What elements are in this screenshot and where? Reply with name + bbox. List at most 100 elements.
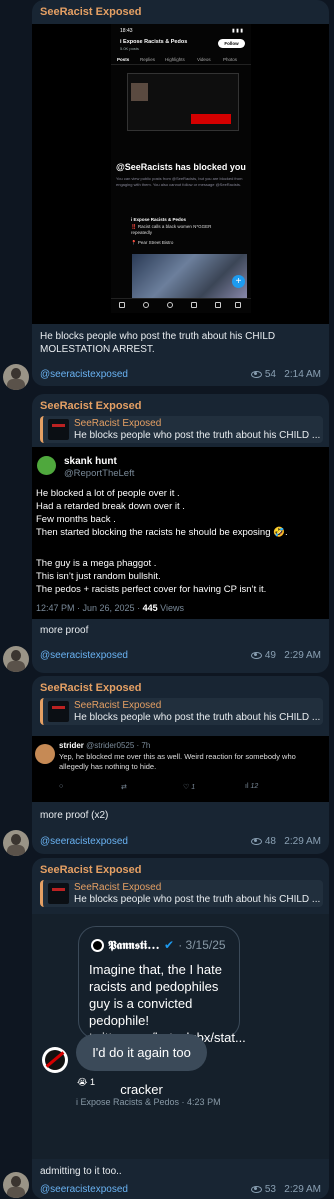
tab-photos: Photos bbox=[223, 57, 238, 62]
mail-icon bbox=[235, 302, 241, 308]
eye-icon bbox=[250, 370, 262, 378]
reply-text: He blocks people who post the truth abou… bbox=[74, 894, 321, 905]
channel-link[interactable]: @seeracistexposed bbox=[40, 650, 128, 661]
sender-name[interactable]: SeeRacist Exposed bbox=[40, 6, 142, 18]
profile-tabs: Posts Replies Highlights Videos Photos bbox=[111, 55, 251, 65]
reply-author: SeeRacist Exposed bbox=[74, 700, 162, 711]
quote-date: · 3/15/25 bbox=[178, 938, 226, 952]
view-count: 54 bbox=[264, 369, 276, 380]
reply-text: He blocks people who post the truth abou… bbox=[74, 712, 321, 723]
message-meta: 49 2:29 AM bbox=[250, 650, 321, 661]
channel-avatar[interactable] bbox=[3, 1172, 29, 1198]
message-text: He blocks people who post the truth abou… bbox=[40, 331, 276, 355]
view-count: 12 bbox=[250, 783, 259, 790]
profile-name: i Expose Racists & Pedos bbox=[120, 39, 188, 45]
follow-button: Follow bbox=[218, 39, 245, 48]
message-text: more proof bbox=[40, 625, 89, 636]
photo-attachment[interactable]: skank hunt @ReportTheLeft He blocked a l… bbox=[32, 447, 329, 619]
tab-videos: Videos bbox=[197, 57, 211, 62]
reply-thumbnail bbox=[48, 883, 69, 904]
photo-attachment[interactable]: 𝕻𝖆𝖓𝖓𝖘𝖙𝖎... ✔ · 3/15/25 Imagine that, the… bbox=[32, 914, 329, 1159]
message-time: 2:29 AM bbox=[284, 836, 321, 847]
message-footer: @seeracistexposed 48 2:29 AM bbox=[40, 836, 321, 850]
message-bubble[interactable]: SeeRacist Exposed SeeRacist Exposed He b… bbox=[32, 676, 329, 854]
channel-avatar[interactable] bbox=[3, 364, 29, 390]
view-count: 53 bbox=[264, 1184, 276, 1195]
like-count: 1 bbox=[191, 784, 196, 791]
eye-icon bbox=[250, 1185, 262, 1193]
message-text: admitting to it too.. bbox=[40, 1166, 122, 1177]
reply-thumbnail bbox=[48, 701, 69, 722]
tweet-line: 📍 Pear Street Bistro bbox=[131, 240, 174, 245]
reply-thumbnail bbox=[48, 419, 69, 440]
channel-link[interactable]: @seeracistexposed bbox=[40, 836, 128, 847]
photo-attachment[interactable]: strider @strider0525 · 7h Yep, he blocke… bbox=[32, 736, 329, 802]
tweet-author-name: strider bbox=[59, 741, 84, 750]
tweet-header: strider @strider0525 · 7h bbox=[59, 741, 150, 750]
tweet-line: Then started blocking the racists he sho… bbox=[36, 527, 288, 538]
message-time: 2:29 AM bbox=[284, 1184, 321, 1195]
message-footer: @seeracistexposed 54 2:14 AM bbox=[40, 369, 321, 383]
reply-preview[interactable]: SeeRacist Exposed He blocks people who p… bbox=[40, 416, 323, 443]
tab-highlights: Highlights bbox=[165, 57, 185, 62]
profile-post-count: 5.0K posts bbox=[120, 46, 139, 51]
message-bubble[interactable]: SeeRacist Exposed SeeRacist Exposed He b… bbox=[32, 858, 329, 1199]
views-icon: ıl 12 bbox=[245, 783, 259, 790]
tweet-line: Had a retarded break down over it . bbox=[36, 501, 185, 512]
search-icon bbox=[143, 302, 149, 308]
message-feed[interactable]: SeeRacist Exposed 18:43 ▮ ▮ ▮ i Expose R… bbox=[0, 0, 334, 1199]
tweet-line: repeatedly bbox=[131, 230, 153, 235]
blocked-subtitle: You can view public posts from @SeeRacis… bbox=[116, 176, 243, 187]
tweet-body: Yep, he blocked me over this as well. We… bbox=[59, 752, 296, 771]
tweet-views-label: Views bbox=[157, 603, 184, 613]
red-banner bbox=[191, 114, 231, 124]
sender-name[interactable]: SeeRacist Exposed bbox=[40, 400, 142, 412]
phone-time: 18:43 bbox=[120, 28, 133, 34]
tab-posts: Posts bbox=[117, 57, 130, 62]
tweet-line: He blocked a lot of people over it . bbox=[36, 488, 180, 499]
tweet-author: i Expose Racists & Pedos bbox=[131, 217, 187, 222]
message-bubble[interactable]: SeeRacist Exposed SeeRacist Exposed He b… bbox=[32, 394, 329, 673]
verified-icon: ✔ bbox=[163, 938, 174, 952]
reply-preview[interactable]: SeeRacist Exposed He blocks people who p… bbox=[40, 698, 323, 725]
message-footer: @seeracistexposed 49 2:29 AM bbox=[40, 650, 321, 664]
reply-author: SeeRacist Exposed bbox=[74, 418, 162, 429]
channel-link[interactable]: @seeracistexposed bbox=[40, 369, 128, 380]
quote-author: 𝕻𝖆𝖓𝖓𝖘𝖙𝖎... ✔ · 3/15/25 bbox=[108, 938, 226, 953]
tweet-avatar bbox=[35, 744, 55, 764]
sender-name[interactable]: SeeRacist Exposed bbox=[40, 682, 142, 694]
reply-preview[interactable]: SeeRacist Exposed He blocks people who p… bbox=[40, 880, 323, 907]
channel-avatar[interactable] bbox=[3, 830, 29, 856]
message-footer: @seeracistexposed 53 2:29 AM bbox=[40, 1184, 321, 1198]
phone-status-icons: ▮ ▮ ▮ bbox=[231, 28, 243, 34]
people-icon bbox=[191, 302, 197, 308]
quoted-tweet-card: 𝕻𝖆𝖓𝖓𝖘𝖙𝖎... ✔ · 3/15/25 Imagine that, the… bbox=[78, 926, 246, 1045]
sender-name[interactable]: SeeRacist Exposed bbox=[40, 864, 142, 876]
phone-screenshot: 18:43 ▮ ▮ ▮ i Expose Racists & Pedos 5.0… bbox=[111, 24, 251, 313]
reply-author: SeeRacist Exposed bbox=[74, 882, 162, 893]
tweet-handle: @strider0525 · 7h bbox=[86, 741, 151, 750]
like-icon: ♡ 1 bbox=[183, 784, 196, 791]
grok-icon bbox=[167, 302, 173, 308]
eye-icon bbox=[250, 837, 262, 845]
tweet-handle: @ReportTheLeft bbox=[64, 468, 135, 479]
home-icon bbox=[119, 302, 125, 308]
compose-plus-icon: + bbox=[232, 275, 245, 288]
photo-attachment[interactable]: 18:43 ▮ ▮ ▮ i Expose Racists & Pedos 5.0… bbox=[32, 24, 329, 324]
tweet-line: Few months back . bbox=[36, 514, 116, 525]
tweet-avatar bbox=[37, 456, 56, 475]
tweet-line: The guy is a mega phaggot . bbox=[36, 558, 157, 569]
message-meta: 53 2:29 AM bbox=[250, 1184, 321, 1195]
channel-link[interactable]: @seeracistexposed bbox=[40, 1184, 128, 1195]
tweet-timestamp: 12:47 PM · Jun 26, 2025 · bbox=[36, 603, 143, 613]
channel-avatar[interactable] bbox=[3, 646, 29, 672]
pinned-card bbox=[127, 73, 239, 131]
message-text: more proof (x2) bbox=[40, 810, 109, 821]
tweet-meta: 12:47 PM · Jun 26, 2025 · 445 Views bbox=[36, 603, 184, 613]
message-meta: 48 2:29 AM bbox=[250, 836, 321, 847]
message-bubble[interactable]: SeeRacist Exposed 18:43 ▮ ▮ ▮ i Expose R… bbox=[32, 0, 329, 386]
blocked-title: @SeeRacists has blocked you bbox=[116, 162, 246, 172]
reply-text: He blocks people who post the truth abou… bbox=[74, 430, 321, 441]
quote-avatar bbox=[91, 939, 104, 952]
tweet-author-name: skank hunt bbox=[64, 456, 117, 467]
